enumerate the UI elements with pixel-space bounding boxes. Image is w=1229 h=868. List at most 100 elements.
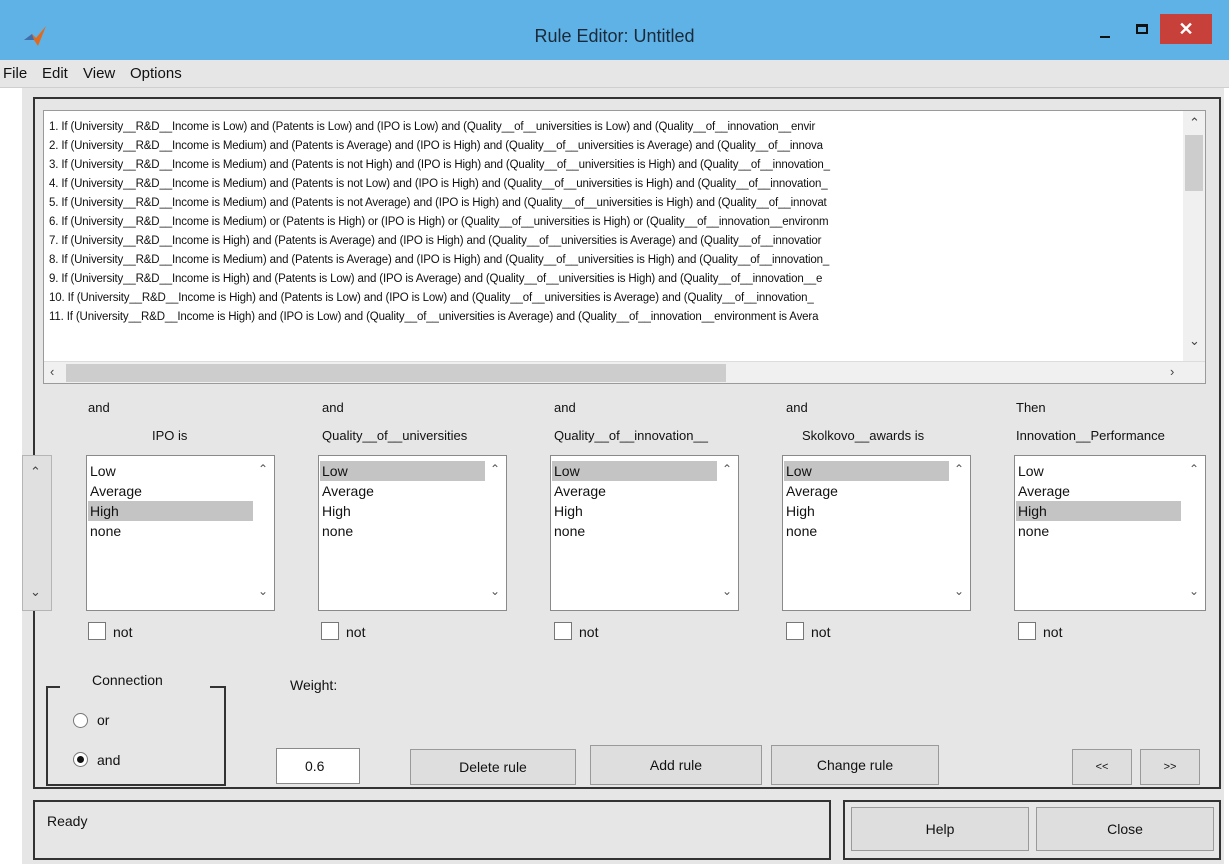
- list-item-selected[interactable]: Low: [320, 461, 485, 481]
- title-bar: Rule Editor: Untitled: [0, 0, 1229, 60]
- list-item[interactable]: none: [88, 521, 253, 541]
- status-text: Ready: [47, 813, 88, 829]
- rule-item[interactable]: 6. If (University__R&D__Income is Medium…: [49, 216, 829, 228]
- skolkovo-awards-listbox[interactable]: Low Average High none ⌃ ⌄: [782, 455, 971, 611]
- help-button[interactable]: Help: [851, 807, 1029, 851]
- column-title: Skolkovo__awards is: [802, 428, 925, 443]
- rule-item[interactable]: 8. If (University__R&D__Income is Medium…: [49, 254, 829, 266]
- list-item[interactable]: High: [320, 501, 485, 521]
- rules-scroll-thumb[interactable]: [1185, 135, 1203, 191]
- menu-edit[interactable]: Edit: [42, 65, 68, 82]
- scroll-up-icon[interactable]: ⌃: [722, 462, 732, 476]
- close-icon: ✕: [1178, 19, 1194, 39]
- scroll-up-icon[interactable]: ⌃: [1189, 462, 1199, 476]
- list-item[interactable]: Average: [552, 481, 717, 501]
- column-title: IPO is: [152, 428, 188, 443]
- rule-item[interactable]: 5. If (University__R&D__Income is Medium…: [49, 197, 827, 209]
- scroll-down-icon[interactable]: ⌄: [722, 584, 732, 598]
- scroll-down-icon[interactable]: ⌄: [1189, 584, 1199, 598]
- scroll-up-icon[interactable]: ⌃: [490, 462, 500, 476]
- column-connector: and: [554, 400, 576, 415]
- weight-label: Weight:: [290, 677, 338, 693]
- close-window-button[interactable]: ✕: [1160, 14, 1212, 44]
- next-rule-button[interactable]: >>: [1140, 749, 1200, 785]
- list-item[interactable]: Low: [88, 461, 253, 481]
- column-title: Quality__of__innovation__: [554, 428, 708, 443]
- rules-horizontal-scrollbar[interactable]: ‹ ›: [44, 361, 1205, 383]
- rule-item[interactable]: 9. If (University__R&D__Income is High) …: [49, 273, 822, 285]
- scroll-up-icon[interactable]: ⌃: [258, 462, 268, 476]
- change-rule-button[interactable]: Change rule: [771, 745, 939, 785]
- weight-input[interactable]: 0.6: [276, 748, 360, 784]
- not-checkbox[interactable]: [554, 622, 572, 640]
- scroll-down-icon[interactable]: ⌄: [258, 584, 268, 598]
- not-checkbox[interactable]: [321, 622, 339, 640]
- rule-item[interactable]: 4. If (University__R&D__Income is Medium…: [49, 178, 828, 190]
- column-connector: and: [322, 400, 344, 415]
- not-checkbox[interactable]: [88, 622, 106, 640]
- column-title: Innovation__Performance: [1016, 428, 1165, 443]
- rule-item[interactable]: 7. If (University__R&D__Income is High) …: [49, 235, 821, 247]
- menu-options[interactable]: Options: [130, 65, 182, 82]
- connection-and-radio[interactable]: [73, 752, 88, 767]
- scroll-down-icon[interactable]: ⌄: [30, 584, 41, 600]
- status-frame: [33, 800, 831, 860]
- column-connector: Then: [1016, 400, 1046, 415]
- columns-scrollbar[interactable]: ⌃ ⌄: [22, 455, 52, 611]
- rules-hscroll-thumb[interactable]: [66, 364, 726, 382]
- scroll-down-icon[interactable]: ⌄: [490, 584, 500, 598]
- rule-item[interactable]: 3. If (University__R&D__Income is Medium…: [49, 159, 830, 171]
- list-item[interactable]: none: [320, 521, 485, 541]
- list-item[interactable]: Average: [88, 481, 253, 501]
- list-item-selected[interactable]: High: [1016, 501, 1181, 521]
- scroll-left-icon[interactable]: ‹: [50, 364, 54, 379]
- scroll-down-icon[interactable]: ⌄: [954, 584, 964, 598]
- not-label: not: [1043, 624, 1063, 640]
- not-checkbox[interactable]: [1018, 622, 1036, 640]
- delete-rule-button[interactable]: Delete rule: [410, 749, 576, 785]
- menu-view[interactable]: View: [83, 65, 115, 82]
- rule-item[interactable]: 11. If (University__R&D__Income is High)…: [49, 311, 819, 323]
- connection-or-radio[interactable]: [73, 713, 88, 728]
- list-item[interactable]: Low: [1016, 461, 1181, 481]
- list-item-selected[interactable]: Low: [552, 461, 717, 481]
- list-item-selected[interactable]: High: [88, 501, 253, 521]
- list-item[interactable]: Average: [784, 481, 949, 501]
- list-item[interactable]: Average: [1016, 481, 1181, 501]
- list-item[interactable]: Average: [320, 481, 485, 501]
- previous-rule-button[interactable]: <<: [1072, 749, 1132, 785]
- menu-file[interactable]: File: [3, 65, 27, 82]
- list-item[interactable]: none: [1016, 521, 1181, 541]
- connection-frame-edge: [210, 686, 226, 688]
- list-item[interactable]: High: [784, 501, 949, 521]
- list-item[interactable]: none: [552, 521, 717, 541]
- scroll-up-icon[interactable]: ⌃: [1189, 115, 1200, 131]
- not-label: not: [113, 624, 133, 640]
- add-rule-button[interactable]: Add rule: [590, 745, 762, 785]
- list-item-selected[interactable]: Low: [784, 461, 949, 481]
- rule-item[interactable]: 2. If (University__R&D__Income is Medium…: [49, 140, 823, 152]
- connection-group: [46, 686, 226, 786]
- minimize-button[interactable]: [1090, 14, 1124, 44]
- menu-bar: File Edit View Options: [0, 60, 1229, 88]
- scroll-down-icon[interactable]: ⌄: [1189, 333, 1200, 349]
- list-item[interactable]: none: [784, 521, 949, 541]
- quality-universities-listbox[interactable]: Low Average High none ⌃ ⌄: [318, 455, 507, 611]
- quality-innovation-listbox[interactable]: Low Average High none ⌃ ⌄: [550, 455, 739, 611]
- scroll-up-icon[interactable]: ⌃: [954, 462, 964, 476]
- not-checkbox[interactable]: [786, 622, 804, 640]
- rule-item[interactable]: 10. If (University__R&D__Income is High)…: [49, 292, 814, 304]
- window-title: Rule Editor: Untitled: [534, 26, 695, 46]
- not-label: not: [811, 624, 831, 640]
- list-item[interactable]: High: [552, 501, 717, 521]
- close-button[interactable]: Close: [1036, 807, 1214, 851]
- scroll-right-icon[interactable]: ›: [1170, 364, 1174, 379]
- scroll-up-icon[interactable]: ⌃: [30, 464, 41, 480]
- innovation-performance-listbox[interactable]: Low Average High none ⌃ ⌄: [1014, 455, 1206, 611]
- rule-item[interactable]: 1. If (University__R&D__Income is Low) a…: [49, 121, 815, 133]
- ipo-listbox[interactable]: Low Average High none ⌃ ⌄: [86, 455, 275, 611]
- rules-list[interactable]: 1. If (University__R&D__Income is Low) a…: [43, 110, 1206, 384]
- rules-vertical-scrollbar[interactable]: ⌃ ⌄: [1183, 111, 1205, 363]
- column-connector: and: [88, 400, 110, 415]
- minimize-icon: [1100, 36, 1110, 38]
